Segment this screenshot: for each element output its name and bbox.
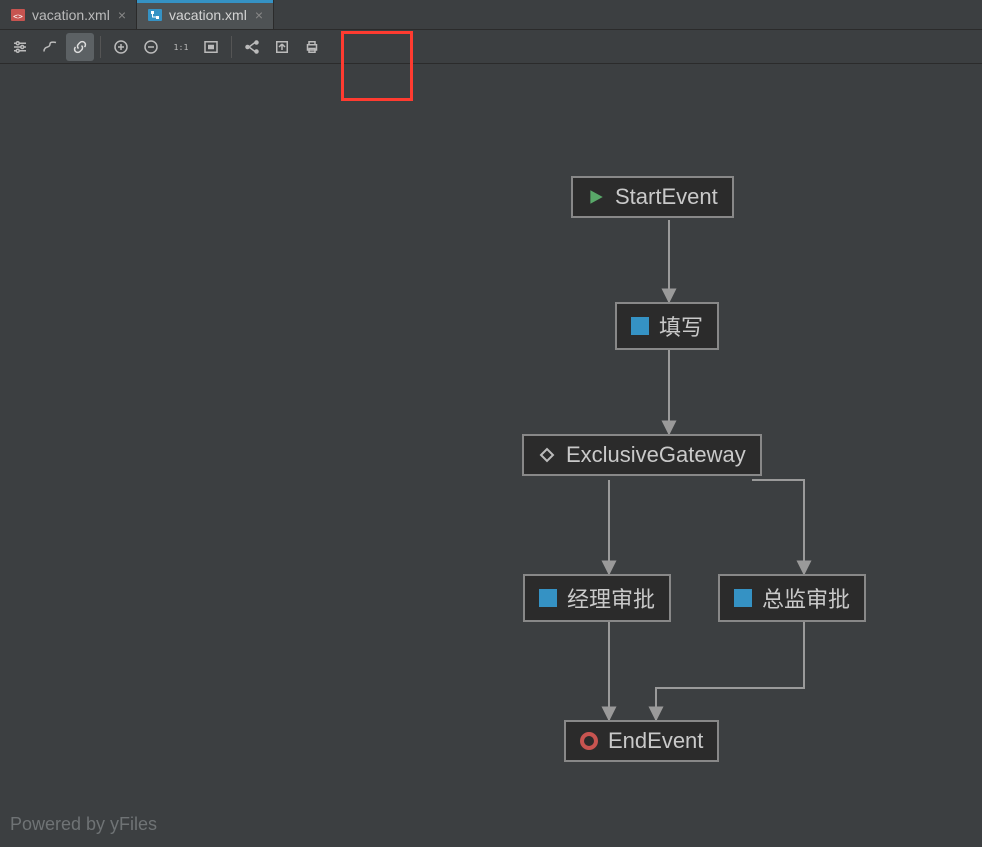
zoom-in-button[interactable] xyxy=(107,33,135,61)
node-label: EndEvent xyxy=(608,728,703,754)
tab-label: vacation.xml xyxy=(169,7,247,23)
node-label: ExclusiveGateway xyxy=(566,442,746,468)
node-fill-form[interactable]: 填写 xyxy=(615,302,719,350)
close-icon[interactable]: × xyxy=(116,7,128,23)
ring-icon xyxy=(580,732,598,750)
diamond-icon xyxy=(538,446,556,464)
zoom-1-1-button[interactable]: 1:1 xyxy=(167,33,195,61)
fit-screen-button[interactable] xyxy=(197,33,225,61)
footer-credit: Powered by yFiles xyxy=(10,814,157,835)
node-label: StartEvent xyxy=(615,184,718,210)
node-label: 填写 xyxy=(659,310,703,342)
diagram-file-icon xyxy=(147,7,163,23)
tab-vacation-xml-code[interactable]: <> vacation.xml × xyxy=(0,0,137,29)
node-label: 总监审批 xyxy=(762,582,850,614)
square-icon xyxy=(734,589,752,607)
tab-label: vacation.xml xyxy=(32,7,110,23)
svg-text:<>: <> xyxy=(13,12,23,21)
print-button[interactable] xyxy=(298,33,326,61)
diagram-canvas[interactable]: StartEvent 填写 ExclusiveGateway 经理审批 总监审批… xyxy=(0,64,982,847)
edges-layer xyxy=(0,64,982,847)
close-icon[interactable]: × xyxy=(253,7,265,23)
settings-button[interactable] xyxy=(6,33,34,61)
separator xyxy=(231,36,232,58)
tab-bar: <> vacation.xml × vacation.xml × xyxy=(0,0,982,30)
node-exclusive-gateway[interactable]: ExclusiveGateway xyxy=(522,434,762,476)
separator xyxy=(100,36,101,58)
zoom-out-button[interactable] xyxy=(137,33,165,61)
tab-vacation-xml-diagram[interactable]: vacation.xml × xyxy=(137,0,274,29)
play-icon xyxy=(587,188,605,206)
node-manager-approval[interactable]: 经理审批 xyxy=(523,574,671,622)
svg-text:1:1: 1:1 xyxy=(174,42,189,52)
node-end-event[interactable]: EndEvent xyxy=(564,720,719,762)
square-icon xyxy=(631,317,649,335)
xml-file-icon: <> xyxy=(10,7,26,23)
link-button[interactable] xyxy=(66,33,94,61)
node-start-event[interactable]: StartEvent xyxy=(571,176,734,218)
export-button[interactable] xyxy=(268,33,296,61)
node-director-approval[interactable]: 总监审批 xyxy=(718,574,866,622)
layout-route-button[interactable] xyxy=(36,33,64,61)
structure-button[interactable] xyxy=(238,33,266,61)
toolbar: 1:1 xyxy=(0,30,982,64)
square-icon xyxy=(539,589,557,607)
node-label: 经理审批 xyxy=(567,582,655,614)
